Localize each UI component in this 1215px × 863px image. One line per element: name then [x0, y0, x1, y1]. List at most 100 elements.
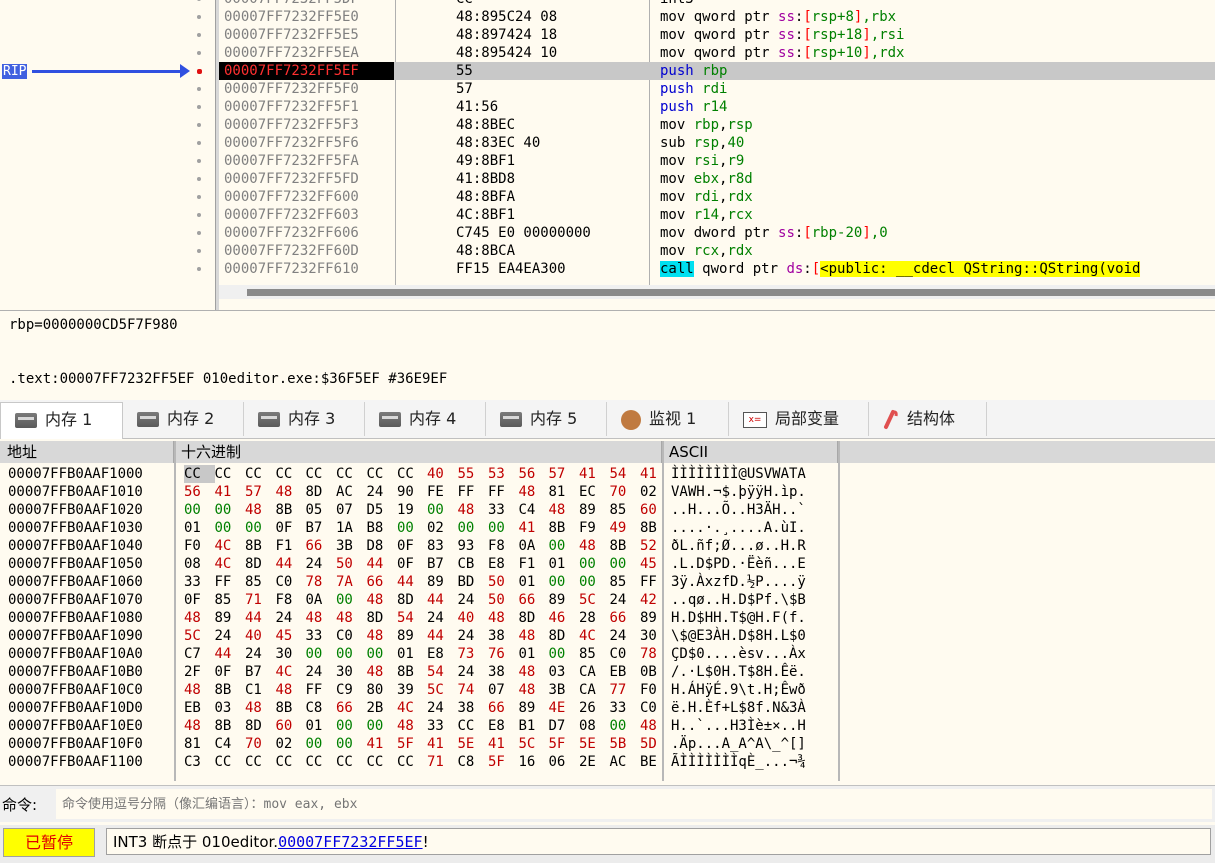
hex-byte[interactable]: 41 — [367, 735, 398, 753]
hex-byte[interactable]: 5F — [488, 753, 519, 771]
hex-byte[interactable]: 03 — [549, 663, 580, 681]
hex-byte[interactable]: CC — [306, 465, 337, 483]
disasm-instruction[interactable]: mov ebx,r8d — [660, 170, 753, 188]
hex-byte[interactable]: 00 — [336, 645, 367, 663]
dump-row[interactable]: 00007FFB0AAF1030 01 00 00 0F B7 1A B8 00 02 00 00 41… — [0, 519, 1215, 537]
hex-byte[interactable]: CC — [215, 753, 246, 771]
hex-byte[interactable]: C8 — [306, 699, 337, 717]
hex-byte[interactable]: 44 — [367, 555, 398, 573]
hex-byte[interactable]: 40 — [458, 609, 489, 627]
dump-ascii[interactable]: ÃÌÌÌÌÌÌÌqÈ_...¬¾ — [671, 753, 806, 771]
dump-row[interactable]: 00007FFB0AAF1090 5C 24 40 45 33 C0 48 89 44 24 38 48… — [0, 627, 1215, 645]
hex-byte[interactable]: EC — [579, 483, 610, 501]
hex-byte[interactable]: 40 — [427, 465, 458, 483]
hex-byte[interactable]: 40 — [245, 627, 276, 645]
hex-byte[interactable]: 8B — [397, 663, 427, 681]
hex-byte[interactable]: 70 — [610, 483, 641, 501]
hex-byte[interactable]: 66 — [306, 537, 337, 555]
dump-hex[interactable]: 48 89 44 24 48 48 8D 54 24 40 48 8D 46 28 66 89 — [184, 609, 670, 627]
hex-byte[interactable]: 93 — [458, 537, 489, 555]
dump-address[interactable]: 00007FFB0AAF1050 — [8, 555, 143, 573]
hex-byte[interactable]: C1 — [245, 681, 276, 699]
breakpoint-dot-active[interactable] — [197, 69, 202, 74]
disasm-row[interactable]: 00007FF7232FF603 4C:8BF1 mov r14,rcx — [219, 206, 1215, 224]
disasm-row[interactable]: 00007FF7232FF606 C745 E0 00000000 mov dwor… — [219, 224, 1215, 242]
hex-byte[interactable]: CC — [276, 753, 306, 771]
dump-row[interactable]: 00007FFB0AAF10A0 C7 44 24 30 00 00 00 01 E8 73 76 01… — [0, 645, 1215, 663]
hex-byte[interactable]: CC — [245, 753, 276, 771]
breakpoint-dot[interactable] — [197, 87, 201, 91]
hex-byte[interactable]: C9 — [336, 681, 367, 699]
hex-byte[interactable]: BD — [458, 573, 489, 591]
hex-byte[interactable]: 89 — [579, 501, 610, 519]
hex-byte[interactable]: 48 — [367, 663, 398, 681]
dump-row[interactable]: 00007FFB0AAF1050 08 4C 8D 44 24 50 44 0F B7 CB E8 F1… — [0, 555, 1215, 573]
hex-byte[interactable]: F8 — [276, 591, 306, 609]
disasm-instruction[interactable]: mov rbp,rsp — [660, 116, 753, 134]
disasm-address[interactable]: 00007FF7232FF5DF — [224, 0, 359, 8]
hex-byte[interactable]: 48 — [245, 699, 276, 717]
dump-row[interactable]: 00007FFB0AAF10C0 48 8B C1 48 FF C9 80 39 5C 74 07 48… — [0, 681, 1215, 699]
dump-hex[interactable]: 00 00 48 8B 05 07 D5 19 00 48 33 C4 48 89 85 60 — [184, 501, 670, 519]
disasm-address[interactable]: 00007FF7232FF606 — [224, 224, 359, 242]
hex-byte[interactable]: 24 — [367, 483, 398, 501]
hex-byte[interactable]: 48 — [397, 717, 427, 735]
hex-byte[interactable]: CC — [184, 465, 215, 483]
hex-byte[interactable]: 50 — [488, 573, 519, 591]
hex-byte[interactable]: C0 — [336, 627, 367, 645]
disasm-instruction[interactable]: mov r14,rcx — [660, 206, 753, 224]
disasm-row[interactable]: 00007FF7232FF5FA 49:8BF1 mov rsi,r9 — [219, 152, 1215, 170]
hex-byte[interactable]: F0 — [640, 681, 670, 699]
header-hex[interactable]: 十六进制 — [174, 441, 662, 463]
dump-hex[interactable]: CC CC CC CC CC CC CC CC 40 55 53 56 57 41 54 41 — [184, 465, 670, 483]
tab-2[interactable]: 内存 2 — [123, 402, 244, 436]
hex-byte[interactable]: 44 — [427, 627, 458, 645]
hex-byte[interactable]: 0F — [215, 663, 246, 681]
hex-byte[interactable]: FF — [215, 573, 246, 591]
hex-byte[interactable]: 07 — [336, 501, 367, 519]
hex-byte[interactable]: 30 — [640, 627, 670, 645]
hex-byte[interactable]: EB — [610, 663, 641, 681]
hex-byte[interactable]: 4C — [579, 627, 610, 645]
hex-byte[interactable]: 28 — [579, 609, 610, 627]
hex-byte[interactable]: CC — [276, 465, 306, 483]
disasm-address[interactable]: 00007FF7232FF5F0 — [224, 80, 359, 98]
hex-byte[interactable]: FF — [458, 483, 489, 501]
disasm-address[interactable]: 00007FF7232FF5FA — [224, 152, 359, 170]
hex-byte[interactable]: 00 — [549, 537, 580, 555]
hex-byte[interactable]: 5C — [427, 681, 458, 699]
disasm-instruction[interactable]: push r14 — [660, 98, 727, 116]
hex-byte[interactable]: 48 — [519, 681, 549, 699]
hex-byte[interactable]: 5D — [640, 735, 670, 753]
hex-byte[interactable]: 54 — [427, 663, 458, 681]
hex-byte[interactable]: 5C — [184, 627, 215, 645]
hex-byte[interactable]: 00 — [610, 717, 641, 735]
dump-row[interactable]: 00007FFB0AAF1100 C3 CC CC CC CC CC CC CC 71 C8 5F 16… — [0, 753, 1215, 771]
hex-byte[interactable]: 45 — [276, 627, 306, 645]
hex-byte[interactable]: 89 — [640, 609, 670, 627]
hex-byte[interactable]: 00 — [245, 519, 276, 537]
hex-byte[interactable]: 48 — [245, 501, 276, 519]
hex-byte[interactable]: 55 — [458, 465, 489, 483]
hex-byte[interactable]: 41 — [427, 735, 458, 753]
hex-byte[interactable]: 5F — [397, 735, 427, 753]
hex-byte[interactable]: 24 — [427, 609, 458, 627]
dump-ascii[interactable]: ....·.¸....A.ùI. — [671, 519, 806, 537]
hex-byte[interactable]: 48 — [519, 483, 549, 501]
hex-byte[interactable]: 00 — [549, 645, 580, 663]
disasm-address[interactable]: 00007FF7232FF5F6 — [224, 134, 359, 152]
dump-hex[interactable]: 5C 24 40 45 33 C0 48 89 44 24 38 48 8D 4C 24 30 — [184, 627, 670, 645]
hex-byte[interactable]: 24 — [245, 645, 276, 663]
hex-byte[interactable]: 01 — [397, 645, 427, 663]
dump-ascii[interactable]: H..`...H3Ìè±×..H — [671, 717, 806, 735]
dump-row[interactable]: 00007FFB0AAF1060 33 FF 85 C0 78 7A 66 44 89 BD 50 01… — [0, 573, 1215, 591]
hex-byte[interactable]: CC — [397, 753, 427, 771]
disassembly-horizontal-scrollbar[interactable] — [219, 285, 1215, 299]
hex-byte[interactable]: 45 — [640, 555, 670, 573]
hex-byte[interactable]: BE — [640, 753, 670, 771]
disasm-instruction[interactable]: int3 — [660, 0, 694, 8]
hex-byte[interactable]: 8D — [245, 717, 276, 735]
hex-byte[interactable]: 08 — [184, 555, 215, 573]
breakpoint-dot[interactable] — [197, 123, 201, 127]
disasm-row[interactable]: 00007FF7232FF600 48:8BFA mov rdi,rdx — [219, 188, 1215, 206]
